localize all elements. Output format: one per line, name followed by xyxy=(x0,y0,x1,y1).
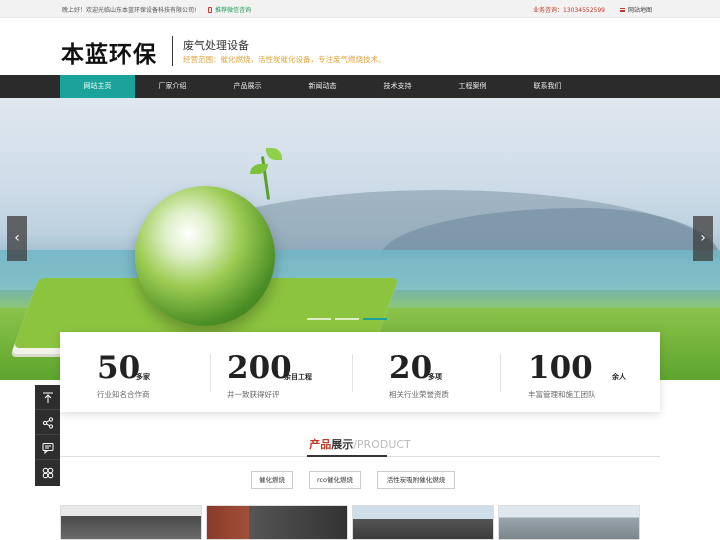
business-scope: 经营范围：催化燃烧，活性炭催化设备，专注废气燃烧技术。 xyxy=(183,55,386,64)
stat-description: 行业知名合作商 xyxy=(97,390,150,399)
stat-number: 50 xyxy=(97,350,141,386)
section-divider xyxy=(60,455,660,457)
stat-number: 100 xyxy=(528,350,593,386)
product-thumbnails xyxy=(60,505,640,540)
category-tab-activated-carbon[interactable]: 活性炭吸附催化燃烧 xyxy=(377,471,455,489)
title-red-part: 产品 xyxy=(309,438,332,451)
stat-unit: 余目工程 xyxy=(284,373,312,381)
title-dark-part: 展示 xyxy=(331,438,354,451)
share-icon xyxy=(42,416,53,429)
share-button[interactable] xyxy=(35,410,60,435)
product-image xyxy=(499,506,639,539)
banner-pagination xyxy=(307,318,417,321)
nav-item-products[interactable]: 产品展示 xyxy=(210,75,285,98)
stat-description: 相关行业荣誉资质 xyxy=(389,390,449,399)
site-header: 本蓝环保 废气处理设备 经营范围：催化燃烧，活性炭催化设备，专注废气燃烧技术。 xyxy=(0,19,720,75)
site-tagline: 废气处理设备 xyxy=(183,39,249,52)
wechat-consult-link[interactable]: 推荐微信咨询 xyxy=(208,5,251,14)
product-image xyxy=(353,506,493,539)
stat-projects: 200 余目工程 井一致获得好评 xyxy=(210,332,360,412)
banner-sprout xyxy=(248,138,284,200)
stat-description: 丰富管理和施工团队 xyxy=(528,390,596,399)
section-underline xyxy=(307,455,387,457)
product-thumb[interactable] xyxy=(498,505,640,540)
banner-globe-image xyxy=(135,186,275,326)
product-image xyxy=(207,506,347,539)
top-icon xyxy=(42,392,53,403)
sitemap-link[interactable]: 网站地图 xyxy=(620,5,652,14)
product-thumb[interactable] xyxy=(60,505,202,540)
banner-prev-button[interactable]: ‹ xyxy=(7,216,27,261)
sprout-leaf xyxy=(266,148,282,160)
back-to-top-button[interactable] xyxy=(35,385,60,410)
products-section-title: 产品展示/PRODUCT xyxy=(0,436,720,452)
main-nav: 网站主页 厂家介绍 产品展示 新闻动态 技术支持 工程案例 联系我们 xyxy=(0,75,720,98)
category-tab-catalytic[interactable]: 催化燃烧 xyxy=(251,471,293,489)
stat-description: 井一致获得好评 xyxy=(227,390,280,399)
nav-item-cases[interactable]: 工程案例 xyxy=(435,75,510,98)
logo-divider xyxy=(172,36,173,66)
banner-dot-2[interactable] xyxy=(335,318,359,320)
sitemap-label: 网站地图 xyxy=(628,7,653,14)
category-tab-rco[interactable]: rco催化燃烧 xyxy=(309,471,361,489)
nav-item-news[interactable]: 新闻动态 xyxy=(285,75,360,98)
stat-team: 100 余人 丰富管理和施工团队 xyxy=(500,332,650,412)
product-thumb[interactable] xyxy=(206,505,348,540)
stat-number: 20 xyxy=(389,350,433,386)
product-category-tabs: 催化燃烧 rco催化燃烧 活性炭吸附催化燃烧 xyxy=(0,471,720,489)
wechat-consult-label: 推荐微信咨询 xyxy=(215,7,252,14)
hotline-text: 业务咨询：13034552599 xyxy=(533,7,605,14)
welcome-text: 晚上好！欢迎光临山东本蓝环保设备科技有限公司! xyxy=(62,7,197,14)
site-logo[interactable]: 本蓝环保 xyxy=(61,35,157,69)
sprout-stem xyxy=(260,156,271,200)
nav-item-about[interactable]: 厂家介绍 xyxy=(135,75,210,98)
phone-icon xyxy=(208,7,212,13)
nav-item-contact[interactable]: 联系我们 xyxy=(510,75,585,98)
top-bar: 晚上好！欢迎光临山东本蓝环保设备科技有限公司! 推荐微信咨询 业务咨询：1303… xyxy=(0,0,720,18)
stat-divider xyxy=(352,354,353,392)
product-image xyxy=(61,506,201,539)
stat-honors: 20 多项 相关行业荣誉资质 xyxy=(352,332,502,412)
stat-unit: 余人 xyxy=(612,373,626,381)
stats-panel: 50 多家 行业知名合作商 200 余目工程 井一致获得好评 20 多项 相关行… xyxy=(60,332,660,412)
stat-unit: 多家 xyxy=(136,373,150,381)
nav-item-home[interactable]: 网站主页 xyxy=(60,75,135,98)
banner-next-button[interactable]: › xyxy=(693,216,713,261)
stat-number: 200 xyxy=(227,350,292,386)
banner-dot-1[interactable] xyxy=(307,318,331,320)
stat-divider xyxy=(210,354,211,392)
top-bar-inner: 晚上好！欢迎光临山东本蓝环保设备科技有限公司! 推荐微信咨询 业务咨询：1303… xyxy=(62,0,658,18)
menu-icon xyxy=(620,8,625,12)
stat-divider xyxy=(500,354,501,392)
title-english-part: /PRODUCT xyxy=(353,438,411,451)
nav-item-tech-support[interactable]: 技术支持 xyxy=(360,75,435,98)
stat-partners: 50 多家 行业知名合作商 xyxy=(60,332,210,412)
stat-unit: 多项 xyxy=(428,373,442,381)
banner-dot-3[interactable] xyxy=(363,318,387,320)
product-thumb[interactable] xyxy=(352,505,494,540)
